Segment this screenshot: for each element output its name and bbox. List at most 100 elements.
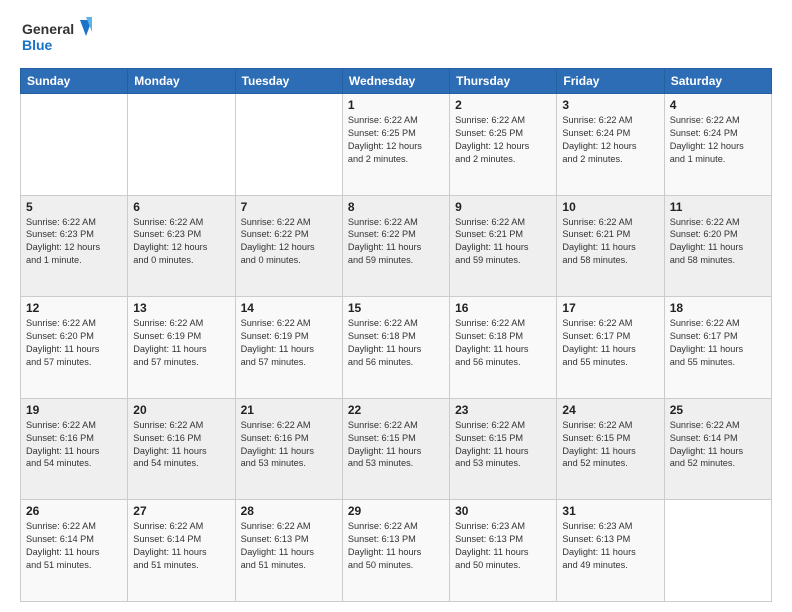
calendar-cell: 27 Sunrise: 6:22 AM Sunset: 6:14 PM Dayli… <box>128 500 235 602</box>
calendar-cell: 8Sunrise: 6:22 AM Sunset: 6:22 PM Daylig… <box>342 195 449 297</box>
day-number: 19 <box>26 403 122 417</box>
calendar-cell: 3Sunrise: 6:22 AM Sunset: 6:24 PM Daylig… <box>557 94 664 196</box>
calendar-cell: 9 Sunrise: 6:22 AM Sunset: 6:21 PM Daylig… <box>450 195 557 297</box>
day-number: 29 <box>348 504 444 518</box>
day-number: 13 <box>133 301 229 315</box>
calendar-cell: 13 Sunrise: 6:22 AM Sunset: 6:19 PM Dayli… <box>128 297 235 399</box>
weekday-header-monday: Monday <box>128 69 235 94</box>
day-number: 9 <box>455 200 551 214</box>
calendar-cell <box>21 94 128 196</box>
day-info: Sunrise: 6:22 AM Sunset: 6:22 PM Dayligh… <box>241 216 337 268</box>
calendar-week-4: 19 Sunrise: 6:22 AM Sunset: 6:16 PM Dayli… <box>21 398 772 500</box>
calendar-cell: 10 Sunrise: 6:22 AM Sunset: 6:21 PM Dayli… <box>557 195 664 297</box>
calendar-week-5: 26 Sunrise: 6:22 AM Sunset: 6:14 PM Dayli… <box>21 500 772 602</box>
day-number: 8 <box>348 200 444 214</box>
calendar-cell: 31Sunrise: 6:23 AM Sunset: 6:13 PM Dayli… <box>557 500 664 602</box>
day-number: 1 <box>348 98 444 112</box>
day-info: Sunrise: 6:22 AM Sunset: 6:20 PM Dayligh… <box>26 317 122 369</box>
day-info: Sunrise: 6:22 AM Sunset: 6:14 PM Dayligh… <box>26 520 122 572</box>
day-info: Sunrise: 6:22 AM Sunset: 6:16 PM Dayligh… <box>133 419 229 471</box>
weekday-header-friday: Friday <box>557 69 664 94</box>
calendar-cell: 5 Sunrise: 6:22 AM Sunset: 6:23 PM Daylig… <box>21 195 128 297</box>
calendar-cell: 11 Sunrise: 6:22 AM Sunset: 6:20 PM Dayli… <box>664 195 771 297</box>
calendar-cell: 4 Sunrise: 6:22 AM Sunset: 6:24 PM Daylig… <box>664 94 771 196</box>
day-number: 17 <box>562 301 658 315</box>
day-info: Sunrise: 6:22 AM Sunset: 6:18 PM Dayligh… <box>455 317 551 369</box>
weekday-header-sunday: Sunday <box>21 69 128 94</box>
day-number: 10 <box>562 200 658 214</box>
day-number: 25 <box>670 403 766 417</box>
calendar-cell: 19Sunrise: 6:22 AM Sunset: 6:16 PM Dayli… <box>21 398 128 500</box>
calendar-week-2: 5 Sunrise: 6:22 AM Sunset: 6:23 PM Daylig… <box>21 195 772 297</box>
calendar-cell: 6 Sunrise: 6:22 AM Sunset: 6:23 PM Daylig… <box>128 195 235 297</box>
weekday-header-row: SundayMondayTuesdayWednesdayThursdayFrid… <box>21 69 772 94</box>
calendar-cell: 7Sunrise: 6:22 AM Sunset: 6:22 PM Daylig… <box>235 195 342 297</box>
day-info: Sunrise: 6:22 AM Sunset: 6:20 PM Dayligh… <box>670 216 766 268</box>
calendar-cell: 25Sunrise: 6:22 AM Sunset: 6:14 PM Dayli… <box>664 398 771 500</box>
day-number: 27 <box>133 504 229 518</box>
day-info: Sunrise: 6:22 AM Sunset: 6:14 PM Dayligh… <box>133 520 229 572</box>
calendar-cell: 15Sunrise: 6:22 AM Sunset: 6:18 PM Dayli… <box>342 297 449 399</box>
day-number: 23 <box>455 403 551 417</box>
calendar-cell: 14 Sunrise: 6:22 AM Sunset: 6:19 PM Dayli… <box>235 297 342 399</box>
page: GeneralBlue SundayMondayTuesdayWednesday… <box>0 0 792 612</box>
day-info: Sunrise: 6:22 AM Sunset: 6:23 PM Dayligh… <box>133 216 229 268</box>
logo: GeneralBlue <box>20 16 100 58</box>
day-info: Sunrise: 6:22 AM Sunset: 6:13 PM Dayligh… <box>348 520 444 572</box>
day-number: 16 <box>455 301 551 315</box>
day-info: Sunrise: 6:22 AM Sunset: 6:25 PM Dayligh… <box>348 114 444 166</box>
calendar-cell: 2Sunrise: 6:22 AM Sunset: 6:25 PM Daylig… <box>450 94 557 196</box>
day-info: Sunrise: 6:22 AM Sunset: 6:15 PM Dayligh… <box>562 419 658 471</box>
day-number: 22 <box>348 403 444 417</box>
day-number: 5 <box>26 200 122 214</box>
calendar-cell: 28 Sunrise: 6:22 AM Sunset: 6:13 PM Dayli… <box>235 500 342 602</box>
weekday-header-saturday: Saturday <box>664 69 771 94</box>
day-info: Sunrise: 6:22 AM Sunset: 6:21 PM Dayligh… <box>455 216 551 268</box>
day-number: 6 <box>133 200 229 214</box>
day-info: Sunrise: 6:22 AM Sunset: 6:13 PM Dayligh… <box>241 520 337 572</box>
calendar-cell: 18 Sunrise: 6:22 AM Sunset: 6:17 PM Dayli… <box>664 297 771 399</box>
calendar-cell: 22Sunrise: 6:22 AM Sunset: 6:15 PM Dayli… <box>342 398 449 500</box>
weekday-header-wednesday: Wednesday <box>342 69 449 94</box>
svg-text:Blue: Blue <box>22 37 53 53</box>
day-number: 28 <box>241 504 337 518</box>
day-info: Sunrise: 6:22 AM Sunset: 6:21 PM Dayligh… <box>562 216 658 268</box>
day-number: 2 <box>455 98 551 112</box>
day-number: 20 <box>133 403 229 417</box>
calendar-cell: 26 Sunrise: 6:22 AM Sunset: 6:14 PM Dayli… <box>21 500 128 602</box>
day-number: 21 <box>241 403 337 417</box>
day-info: Sunrise: 6:22 AM Sunset: 6:17 PM Dayligh… <box>670 317 766 369</box>
logo-svg: GeneralBlue <box>20 16 100 58</box>
calendar-table: SundayMondayTuesdayWednesdayThursdayFrid… <box>20 68 772 602</box>
day-info: Sunrise: 6:22 AM Sunset: 6:19 PM Dayligh… <box>241 317 337 369</box>
day-info: Sunrise: 6:23 AM Sunset: 6:13 PM Dayligh… <box>562 520 658 572</box>
day-number: 4 <box>670 98 766 112</box>
day-info: Sunrise: 6:22 AM Sunset: 6:23 PM Dayligh… <box>26 216 122 268</box>
calendar-cell: 12Sunrise: 6:22 AM Sunset: 6:20 PM Dayli… <box>21 297 128 399</box>
calendar-cell: 17Sunrise: 6:22 AM Sunset: 6:17 PM Dayli… <box>557 297 664 399</box>
calendar-cell: 30 Sunrise: 6:23 AM Sunset: 6:13 PM Dayli… <box>450 500 557 602</box>
calendar-cell: 1 Sunrise: 6:22 AM Sunset: 6:25 PM Daylig… <box>342 94 449 196</box>
day-info: Sunrise: 6:22 AM Sunset: 6:16 PM Dayligh… <box>241 419 337 471</box>
day-number: 14 <box>241 301 337 315</box>
day-info: Sunrise: 6:22 AM Sunset: 6:18 PM Dayligh… <box>348 317 444 369</box>
day-number: 11 <box>670 200 766 214</box>
day-number: 18 <box>670 301 766 315</box>
svg-text:General: General <box>22 21 74 37</box>
day-info: Sunrise: 6:22 AM Sunset: 6:24 PM Dayligh… <box>670 114 766 166</box>
day-number: 3 <box>562 98 658 112</box>
weekday-header-thursday: Thursday <box>450 69 557 94</box>
day-number: 24 <box>562 403 658 417</box>
weekday-header-tuesday: Tuesday <box>235 69 342 94</box>
day-info: Sunrise: 6:22 AM Sunset: 6:15 PM Dayligh… <box>455 419 551 471</box>
calendar-cell: 20 Sunrise: 6:22 AM Sunset: 6:16 PM Dayli… <box>128 398 235 500</box>
calendar-cell: 24 Sunrise: 6:22 AM Sunset: 6:15 PM Dayli… <box>557 398 664 500</box>
calendar-cell: 23 Sunrise: 6:22 AM Sunset: 6:15 PM Dayli… <box>450 398 557 500</box>
calendar-cell <box>664 500 771 602</box>
day-number: 30 <box>455 504 551 518</box>
day-info: Sunrise: 6:23 AM Sunset: 6:13 PM Dayligh… <box>455 520 551 572</box>
header: GeneralBlue <box>20 16 772 58</box>
calendar-cell: 16 Sunrise: 6:22 AM Sunset: 6:18 PM Dayli… <box>450 297 557 399</box>
day-info: Sunrise: 6:22 AM Sunset: 6:19 PM Dayligh… <box>133 317 229 369</box>
day-number: 26 <box>26 504 122 518</box>
